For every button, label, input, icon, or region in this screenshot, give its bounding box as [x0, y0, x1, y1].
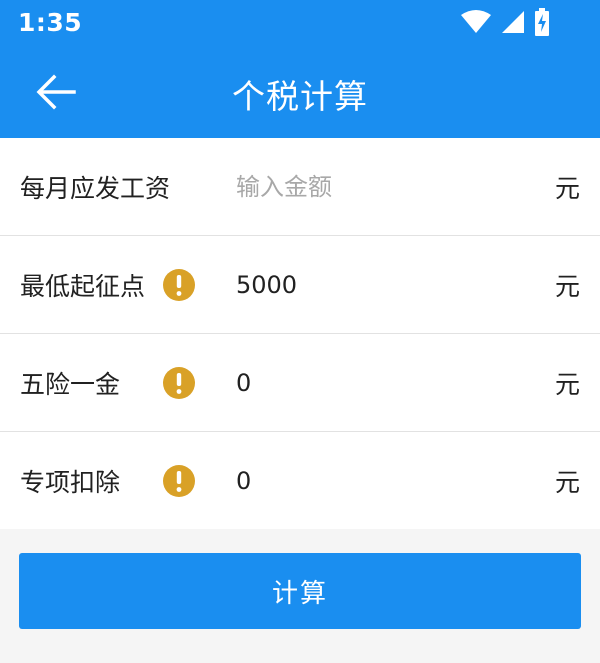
- wifi-icon: [461, 10, 491, 33]
- special-deduction-row: 专项扣除 元: [0, 432, 600, 529]
- social-insurance-input[interactable]: [236, 368, 516, 397]
- threshold-row: 最低起征点 元: [0, 236, 600, 334]
- status-bar: 1:35: [0, 0, 600, 46]
- special-deduction-input[interactable]: [236, 466, 516, 495]
- calculate-button[interactable]: 计算: [19, 553, 581, 629]
- battery-charging-icon: [535, 8, 549, 36]
- monthly-salary-row: 每月应发工资 元: [0, 138, 600, 236]
- tax-form: 每月应发工资 元 最低起征点 元 五险一金 元 专项扣除 元: [0, 138, 600, 529]
- monthly-salary-input[interactable]: [236, 172, 516, 201]
- special-deduction-label: 专项扣除: [20, 467, 121, 497]
- special-deduction-unit: 元: [554, 467, 580, 497]
- cell-signal-icon: [502, 11, 524, 33]
- page-title: 个税计算: [232, 77, 368, 116]
- social-insurance-row: 五险一金 元: [0, 334, 600, 432]
- social-insurance-label: 五险一金: [20, 369, 121, 399]
- status-time: 1:35: [18, 8, 83, 37]
- monthly-salary-label: 每月应发工资: [20, 173, 171, 203]
- threshold-label: 最低起征点: [20, 271, 146, 301]
- status-icons: [460, 8, 550, 36]
- exclamation-circle-icon[interactable]: [163, 268, 195, 301]
- threshold-unit: 元: [554, 271, 580, 301]
- exclamation-circle-icon[interactable]: [163, 464, 195, 497]
- threshold-input[interactable]: [236, 270, 516, 299]
- social-insurance-unit: 元: [554, 369, 580, 399]
- monthly-salary-unit: 元: [554, 173, 580, 203]
- exclamation-circle-icon[interactable]: [163, 366, 195, 399]
- app-bar: 个税计算: [0, 46, 600, 138]
